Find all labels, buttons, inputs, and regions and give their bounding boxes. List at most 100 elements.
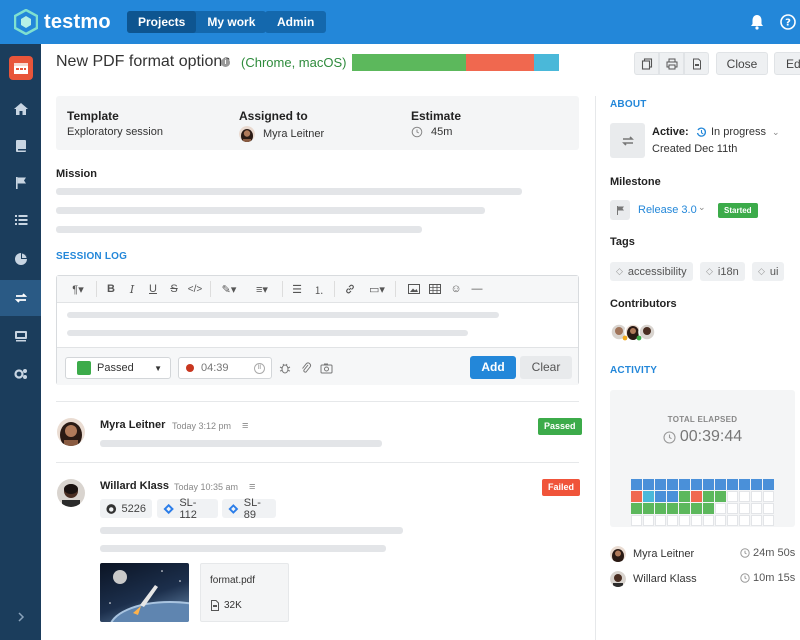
nav-admin[interactable]: Admin <box>265 11 327 33</box>
jira-link-chip[interactable]: SL-112 <box>157 497 218 521</box>
tag[interactable]: ◇ i18n <box>700 262 745 281</box>
jira-link-chip[interactable]: SL-89 <box>222 496 276 521</box>
log-text-line <box>100 440 382 447</box>
sessions-icon <box>14 293 27 303</box>
entry-menu-icon[interactable]: ≡ <box>242 420 248 432</box>
timer-input[interactable] <box>201 362 251 374</box>
about-heading: ABOUT <box>610 99 647 110</box>
align-dropdown[interactable]: ≡▾ <box>251 282 273 296</box>
activity-cell <box>631 491 642 502</box>
contributor-time: 10m 15s <box>740 572 795 584</box>
pause-icon[interactable]: ll <box>254 362 265 374</box>
chevron-right-icon <box>17 612 24 622</box>
avatar <box>239 126 255 142</box>
info-icon[interactable]: i <box>221 58 230 67</box>
emoji-button[interactable]: ☺ <box>449 282 463 296</box>
sidebar-item-settings[interactable] <box>0 356 41 392</box>
add-button[interactable]: Add <box>470 356 516 379</box>
underline-button[interactable]: U <box>146 282 160 296</box>
log-author: Myra Leitner <box>100 419 166 431</box>
italic-button[interactable]: I <box>125 282 139 296</box>
embed-dropdown[interactable]: ▭▾ <box>364 282 390 296</box>
help-icon[interactable]: ? <box>779 13 797 31</box>
sidebar-item-automation[interactable] <box>0 318 41 354</box>
copy-button[interactable] <box>634 52 659 75</box>
timer-field[interactable]: ll <box>178 357 272 379</box>
sidebar-item-repository[interactable] <box>0 128 41 164</box>
highlight-dropdown[interactable]: ✎▾ <box>218 282 240 296</box>
numbered-list-button[interactable]: ⒈ <box>312 282 326 297</box>
contributor-time-text: 24m 50s <box>753 547 796 559</box>
nav-my-work[interactable]: My work <box>196 11 266 33</box>
activity-cell <box>739 515 750 526</box>
clock-icon <box>411 126 423 138</box>
assigned-label: Assigned to <box>239 109 308 123</box>
home-icon <box>13 103 28 115</box>
sidebar-project-logo[interactable] <box>0 50 41 86</box>
activity-grid <box>631 479 774 526</box>
code-button[interactable]: </> <box>188 282 202 296</box>
tag[interactable]: ◇ ui <box>752 262 785 281</box>
sidebar-item-home[interactable] <box>0 91 41 127</box>
nav-projects[interactable]: Projects <box>127 11 197 33</box>
bell-icon[interactable] <box>748 13 766 31</box>
list-icon <box>14 215 27 225</box>
app-name: testmo <box>44 10 111 33</box>
top-bar: testmo Projects My work Admin ? <box>0 0 800 44</box>
horizontal-rule-button[interactable]: — <box>470 282 484 296</box>
log-text-line <box>100 545 386 552</box>
assigned-value[interactable]: Myra Leitner <box>239 126 324 142</box>
environment-label: (Chrome, macOS) <box>241 55 347 70</box>
sidebar-item-sessions[interactable] <box>0 280 41 316</box>
tag-label: ui <box>769 265 779 278</box>
bold-button[interactable]: B <box>104 282 118 296</box>
tag[interactable]: ◇ accessibility <box>610 262 693 281</box>
record-icon[interactable] <box>186 364 194 372</box>
link-label: SL-89 <box>243 496 261 521</box>
session-type-icon <box>610 123 645 158</box>
editor-text-line[interactable] <box>67 330 468 336</box>
pdf-icon <box>692 58 701 69</box>
activity-cell <box>667 515 678 526</box>
status-select[interactable]: Passed ▼ <box>65 357 171 379</box>
close-button[interactable]: Close <box>716 52 768 75</box>
bullet-list-button[interactable]: ☰ <box>290 282 304 296</box>
toolbar-divider <box>395 281 396 297</box>
activity-cell <box>655 479 666 490</box>
strikethrough-button[interactable]: S <box>167 282 181 296</box>
camera-icon[interactable] <box>320 362 333 374</box>
activity-cell <box>715 503 726 514</box>
activity-cell <box>739 479 750 490</box>
entry-menu-icon[interactable]: ≡ <box>249 481 255 493</box>
attachment-image[interactable] <box>100 563 189 622</box>
jira-icon <box>228 503 239 514</box>
bug-icon[interactable] <box>279 362 291 374</box>
export-pdf-button[interactable] <box>684 52 709 75</box>
paragraph-format-dropdown[interactable]: ¶▾ <box>67 282 89 296</box>
link-button[interactable] <box>343 282 357 296</box>
state-dropdown[interactable]: In progress ⌄ <box>696 126 780 138</box>
activity-cell <box>763 479 774 490</box>
edit-button[interactable]: Edit <box>774 52 800 75</box>
sidebar-expand[interactable] <box>0 599 41 635</box>
attachment-file[interactable]: format.pdf 32K <box>200 563 289 622</box>
activity-cell <box>703 503 714 514</box>
milestone-link[interactable]: Release 3.0 <box>638 204 697 216</box>
app-logo[interactable]: testmo <box>14 9 111 35</box>
chevron-down-icon[interactable]: ⌄ <box>698 202 706 213</box>
file-name: format.pdf <box>210 575 256 586</box>
table-button[interactable] <box>428 282 442 296</box>
contributor-time: 24m 50s <box>740 547 795 559</box>
editor-text-line[interactable] <box>67 312 499 318</box>
clear-button[interactable]: Clear <box>520 356 572 379</box>
sidebar-item-runs[interactable] <box>0 202 41 238</box>
assignee-name: Myra Leitner <box>263 128 325 140</box>
print-button[interactable] <box>659 52 684 75</box>
image-button[interactable] <box>407 282 421 296</box>
sidebar-item-reports[interactable] <box>0 241 41 277</box>
activity-cell <box>739 491 750 502</box>
github-link-chip[interactable]: 5226 <box>100 499 152 518</box>
sidebar-item-milestones[interactable] <box>0 165 41 201</box>
paperclip-icon[interactable] <box>300 362 312 374</box>
link-icon <box>346 284 354 294</box>
